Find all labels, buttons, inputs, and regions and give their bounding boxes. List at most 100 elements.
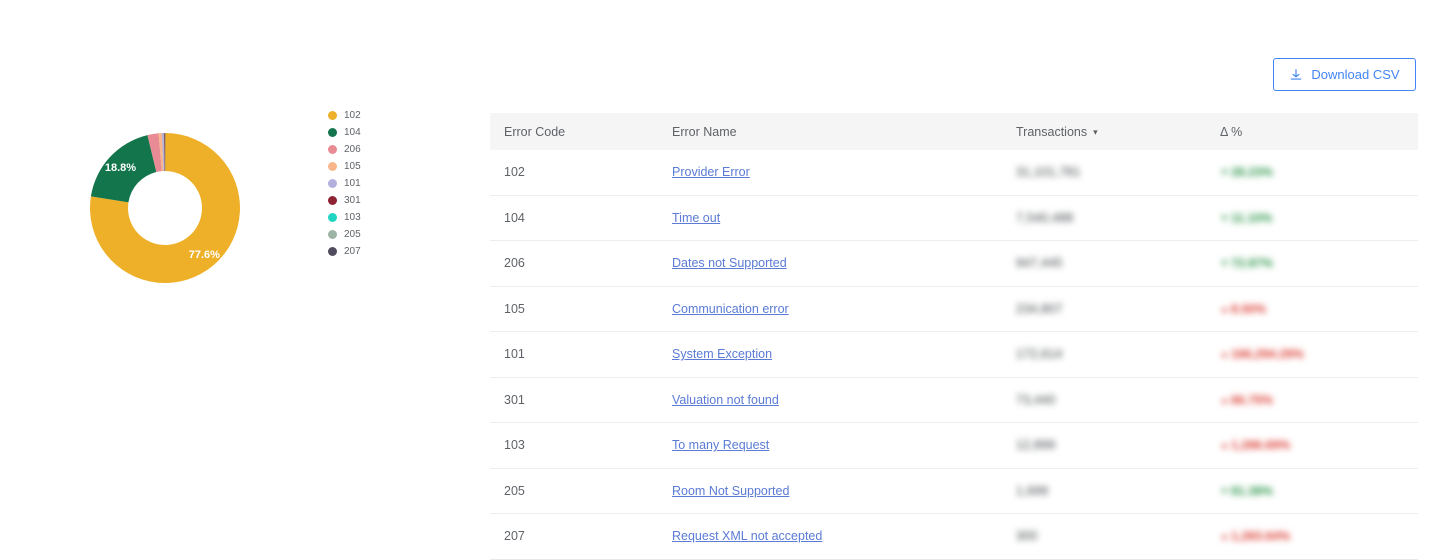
transactions-value: 12,899 <box>1016 438 1055 452</box>
table-row[interactable]: 207Request XML not accepted300▲1,283.64% <box>490 514 1418 560</box>
arrow-down-icon: ▼ <box>1220 167 1229 177</box>
arrow-down-icon: ▼ <box>1220 258 1229 268</box>
error-name-link[interactable]: Time out <box>672 211 720 225</box>
column-header-label: Δ % <box>1220 125 1242 139</box>
cell-transactions: 12,899 <box>1002 423 1206 469</box>
legend-swatch-icon <box>328 247 337 256</box>
delta-percent-value: ▲1,286.69% <box>1220 438 1290 452</box>
table-row[interactable]: 103 To many Request 12,899 ▲1,286.69% <box>490 423 1418 469</box>
table-row[interactable]: 105Communication error234,807▲8.50% <box>490 286 1418 332</box>
arrow-down-icon: ▼ <box>1220 213 1229 223</box>
column-header-transactions[interactable]: Transactions▾ <box>1002 113 1206 150</box>
transactions-value: 1,699 <box>1016 484 1048 498</box>
error-name-link[interactable]: Communication error <box>672 302 789 316</box>
delta-percent-value: ▲166,294.29% <box>1220 347 1304 361</box>
table-row[interactable]: 104Time out7,540,488▼11.10% <box>490 195 1418 241</box>
legend-item-label: 301 <box>344 196 361 206</box>
cell-delta-percent: ▼28.23% <box>1206 150 1418 195</box>
legend-swatch-icon <box>328 111 337 120</box>
legend-item-label: 102 <box>344 111 361 121</box>
transactions-value: 73,440 <box>1016 393 1055 407</box>
cell-transactions: 234,807 <box>1002 286 1206 332</box>
delta-percent-value: ▲66.75% <box>1220 393 1273 407</box>
cell-error-code: 206 <box>490 241 658 287</box>
cell-error-name: To many Request <box>658 423 1002 469</box>
cell-transactions: 172,614 <box>1002 332 1206 378</box>
legend-swatch-icon <box>328 230 337 239</box>
error-breakdown-table: Error Code Error Name Transactions▾ Δ % 102… <box>490 113 1418 560</box>
cell-transactions: 31,101,781 <box>1002 150 1206 195</box>
legend-item-label: 104 <box>344 128 361 138</box>
cell-error-name: Dates not Supported <box>658 241 1002 287</box>
delta-percent-value: ▲1,283.64% <box>1220 529 1290 543</box>
table-row[interactable]: 301 Valuation not found 73,440 ▲66.75% <box>490 377 1418 423</box>
legend-item-205[interactable]: 205 <box>328 226 361 243</box>
legend-item-103[interactable]: 103 <box>328 209 361 226</box>
transactions-value: 234,807 <box>1016 302 1063 316</box>
column-header-error-code[interactable]: Error Code <box>490 113 658 150</box>
legend-item-105[interactable]: 105 <box>328 158 361 175</box>
cell-transactions: 1,699 <box>1002 468 1206 514</box>
cell-error-name: System Exception <box>658 332 1002 378</box>
legend-item-label: 105 <box>344 162 361 172</box>
error-name-link[interactable]: System Exception <box>672 347 772 361</box>
legend-swatch-icon <box>328 145 337 154</box>
cell-error-code: 104 <box>490 195 658 241</box>
legend-item-102[interactable]: 102 <box>328 107 361 124</box>
legend-item-104[interactable]: 104 <box>328 124 361 141</box>
column-header-label: Error Name <box>672 125 737 139</box>
cell-delta-percent: ▼81.38% <box>1206 468 1418 514</box>
cell-error-name: Provider Error <box>658 150 1002 195</box>
column-header-delta-pct[interactable]: Δ % <box>1206 113 1418 150</box>
transactions-value: 31,101,781 <box>1016 165 1081 179</box>
table-header: Error Code Error Name Transactions▾ Δ % <box>490 113 1418 150</box>
cell-error-name: Room Not Supported <box>658 468 1002 514</box>
cell-error-code: 301 <box>490 377 658 423</box>
legend-item-label: 103 <box>344 213 361 223</box>
table-row[interactable]: 205 Room Not Supported 1,699 ▼81.38% <box>490 468 1418 514</box>
legend-item-207[interactable]: 207 <box>328 243 361 260</box>
cell-error-code: 205 <box>490 468 658 514</box>
cell-error-name: Request XML not accepted <box>658 514 1002 560</box>
table-body: 102 Provider Error 31,101,781 ▼28.23% 104 Tim… <box>490 150 1418 559</box>
donut-label-104: 18.8% <box>105 162 136 174</box>
legend-item-label: 207 <box>344 247 361 257</box>
cell-error-code: 105 <box>490 286 658 332</box>
legend-swatch-icon <box>328 213 337 222</box>
error-name-link[interactable]: Provider Error <box>672 165 750 179</box>
download-csv-button[interactable]: Download CSV <box>1273 58 1416 91</box>
delta-percent-value: ▼11.10% <box>1220 211 1272 225</box>
legend-item-101[interactable]: 101 <box>328 175 361 192</box>
table-row[interactable]: 206 Dates not Supported 947,445 ▼72.87% <box>490 241 1418 287</box>
error-name-link[interactable]: Request XML not accepted <box>672 529 822 543</box>
arrow-up-icon: ▲ <box>1220 304 1229 314</box>
arrow-up-icon: ▲ <box>1220 395 1229 405</box>
cell-error-code: 102 <box>490 150 658 195</box>
legend-swatch-icon <box>328 196 337 205</box>
legend-item-206[interactable]: 206 <box>328 141 361 158</box>
error-name-link[interactable]: Dates not Supported <box>672 256 787 270</box>
error-distribution-donut-chart: 77.6%18.8% 102 104 206 105 101 301 103 205 207 <box>60 95 390 320</box>
transactions-value: 947,445 <box>1016 256 1063 270</box>
cell-delta-percent: ▼11.10% <box>1206 195 1418 241</box>
cell-error-name: Time out <box>658 195 1002 241</box>
legend-swatch-icon <box>328 162 337 171</box>
donut-chart-svg: 77.6%18.8% <box>60 95 320 320</box>
error-name-link[interactable]: Room Not Supported <box>672 484 789 498</box>
error-name-link[interactable]: To many Request <box>672 438 769 452</box>
legend-item-301[interactable]: 301 <box>328 192 361 209</box>
column-header-error-name[interactable]: Error Name <box>658 113 1002 150</box>
arrow-up-icon: ▲ <box>1220 349 1229 359</box>
cell-error-code: 103 <box>490 423 658 469</box>
column-header-label: Error Code <box>504 125 565 139</box>
table-row[interactable]: 102 Provider Error 31,101,781 ▼28.23% <box>490 150 1418 195</box>
cell-error-name: Valuation not found <box>658 377 1002 423</box>
error-name-link[interactable]: Valuation not found <box>672 393 779 407</box>
arrow-down-icon: ▼ <box>1220 486 1229 496</box>
legend-swatch-icon <box>328 179 337 188</box>
delta-percent-value: ▼81.38% <box>1220 484 1273 498</box>
sort-descending-icon[interactable]: ▾ <box>1093 127 1098 138</box>
delta-percent-value: ▼72.87% <box>1220 256 1273 270</box>
transactions-value: 172,614 <box>1016 347 1063 361</box>
table-row[interactable]: 101System Exception172,614▲166,294.29% <box>490 332 1418 378</box>
